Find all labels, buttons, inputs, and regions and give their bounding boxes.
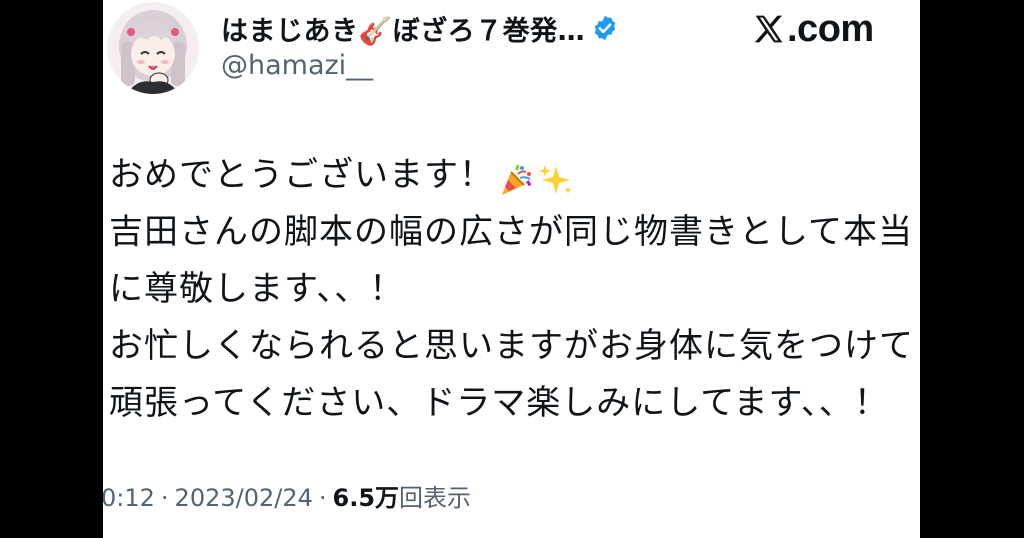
tweet-date[interactable]: 2023/02/24 — [175, 484, 313, 512]
x-domain-text: .com — [787, 7, 874, 50]
author-name-row[interactable]: はまじあき🎸ぼざろ７巻発… — [221, 8, 619, 48]
tweet-line-3: に尊敬します、、！ — [109, 269, 405, 309]
tweet-meta: 0:12 · 2023/02/24 · 6.5万回表示 — [103, 478, 471, 513]
tweet-line-5: 頑張ってください、ドラマ楽しみにしてます、、！ — [109, 383, 889, 423]
x-logo: .com — [753, 8, 874, 50]
party-popper-icon — [498, 159, 534, 195]
tweet-body: おめでとうございます！ 吉田さんの脚本の幅の広さが同じ物書きとして本当 に尊敬し… — [109, 147, 917, 432]
views-label: 回表示 — [399, 484, 472, 512]
tweet-line-2: 吉田さんの脚本の幅の広さが同じ物書きとして本当 — [109, 212, 913, 252]
x-brand-icon — [753, 13, 785, 45]
author-handle[interactable]: @hamazi__ — [221, 50, 373, 81]
tweet-time[interactable]: 0:12 — [103, 484, 155, 512]
sparkles-icon — [538, 159, 574, 195]
tweet-card: はまじあき🎸ぼざろ７巻発… @hamazi__ .com おめでとうございます！ — [103, 0, 920, 538]
tweet-line-4: お忙しくなられると思いますがお身体に気をつけて — [109, 326, 914, 366]
views-count[interactable]: 6.5万 — [333, 484, 400, 512]
tweet-line-1: おめでとうございます！ — [109, 147, 917, 204]
meta-separator: · — [160, 484, 169, 512]
display-name[interactable]: はまじあき🎸ぼざろ７巻発… — [221, 9, 585, 48]
avatar[interactable] — [107, 2, 199, 94]
tweet-line-text: おめでとうございます！ — [109, 155, 494, 195]
avatar-illustration — [107, 2, 199, 94]
verified-badge-icon — [591, 14, 619, 42]
meta-separator: · — [318, 484, 327, 512]
